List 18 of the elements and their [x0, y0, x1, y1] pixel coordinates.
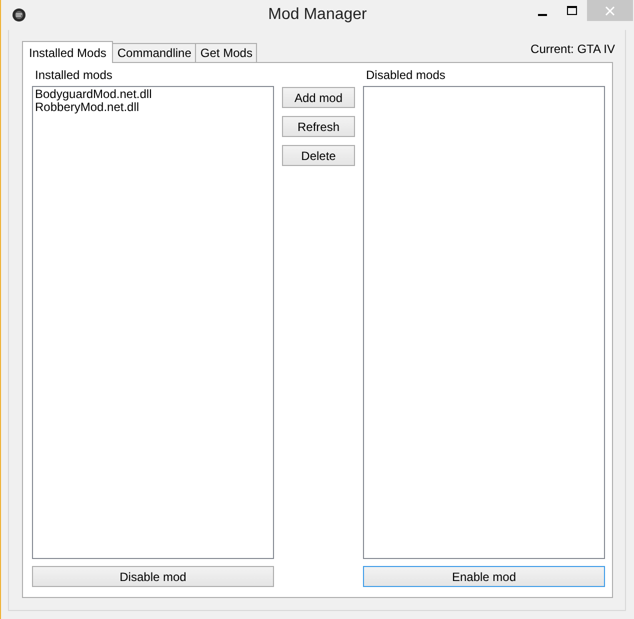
list-label: Installed mods: [34, 68, 114, 84]
current-game-label: Current: GTA IV: [530, 42, 615, 56]
tab[interactable]: Get Mods: [195, 43, 258, 62]
list-label: Disabled mods: [365, 68, 446, 84]
list-item[interactable]: BodyguardMod.net.dll: [35, 88, 152, 101]
maximize-icon: [566, 6, 578, 16]
action-button[interactable]: Delete: [282, 145, 355, 166]
disable-mod-button[interactable]: Disable mod: [32, 566, 274, 587]
window-title: Mod Manager: [268, 6, 367, 24]
app-icon: [12, 8, 26, 22]
action-button[interactable]: Refresh: [282, 116, 355, 137]
list-item[interactable]: RobberyMod.net.dll: [35, 101, 140, 114]
enable-mod-button[interactable]: Enable mod: [363, 566, 605, 587]
minimize-icon: [538, 14, 546, 16]
action-button[interactable]: Add mod: [282, 87, 355, 108]
installed-mods-list[interactable]: BodyguardMod.net.dll RobberyMod.net.dll: [32, 86, 274, 559]
close-icon: [605, 6, 615, 16]
tab[interactable]: Installed Mods: [22, 41, 114, 63]
